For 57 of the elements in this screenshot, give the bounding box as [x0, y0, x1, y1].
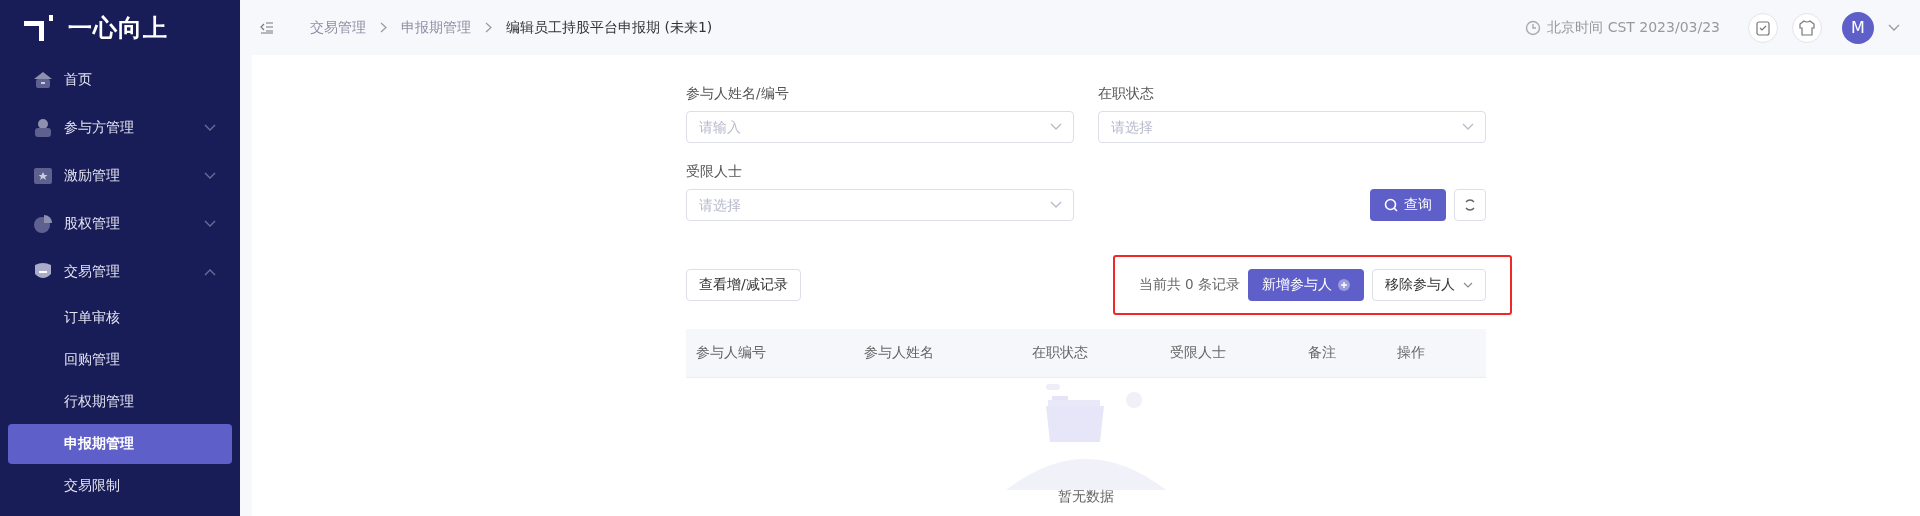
avatar[interactable]: M	[1842, 11, 1874, 44]
select-field[interactable]: 请输入	[686, 111, 1074, 143]
pie-chart-icon	[33, 214, 53, 234]
time-text: 北京时间 CST 2023/03/23	[1547, 18, 1720, 37]
remove-participant-button[interactable]: 移除参与人	[1372, 269, 1486, 301]
breadcrumb-separator-icon	[485, 22, 492, 33]
shirt-icon	[1799, 19, 1815, 36]
chevron-icon	[204, 268, 216, 276]
column-header: 备注	[1308, 344, 1336, 360]
column-header: 参与人姓名	[863, 344, 934, 360]
record-count: 当前共 0 条记录	[1138, 276, 1240, 294]
reset-button[interactable]	[1454, 189, 1486, 221]
sidebar-subitem[interactable]: 交易限制	[8, 466, 232, 506]
chevron-icon	[204, 124, 216, 132]
sidebar-item[interactable]: 激励管理	[0, 152, 240, 200]
person-icon	[34, 118, 52, 138]
empty-text: 暂无数据	[1058, 488, 1114, 506]
sidebar-subitem[interactable]: 申报期管理	[8, 424, 232, 464]
dropdown-caret-icon	[1050, 201, 1062, 209]
clipboard-check-icon	[1756, 19, 1770, 36]
column-header: 受限人士	[1169, 344, 1226, 360]
select-field[interactable]: 请选择	[686, 189, 1074, 221]
sidebar-subitem[interactable]: 订单审核	[8, 298, 232, 338]
search-button[interactable]: 查询	[1370, 189, 1446, 221]
column-header: 操作	[1397, 344, 1426, 360]
sidebar-subitem[interactable]: 行权期管理	[8, 382, 232, 422]
sidebar-subitem[interactable]: 回购管理	[8, 340, 232, 380]
add-participant-button[interactable]: 新增参与人	[1248, 269, 1364, 301]
field-label: 受限人士	[686, 163, 743, 181]
plus-circle-icon	[1338, 279, 1350, 291]
breadcrumb-item: 编辑员工持股平台申报期 (未来1)	[506, 18, 713, 37]
sidebar-item[interactable]: 首页	[0, 56, 240, 104]
chevron-icon	[1888, 23, 1900, 32]
field-label: 参与人姓名/编号	[686, 85, 790, 103]
shirt-button[interactable]	[1792, 12, 1822, 43]
logo-text: 一心向上	[68, 13, 168, 44]
dropdown-caret-icon	[1050, 123, 1062, 131]
chevron-icon	[204, 220, 216, 228]
clipboard-check-button[interactable]	[1748, 12, 1778, 43]
column-header: 参与人编号	[696, 344, 766, 360]
sidebar-item[interactable]: 交易管理	[0, 248, 240, 296]
chevron-icon	[204, 172, 216, 180]
sidebar-item[interactable]: 参与方管理	[0, 104, 240, 152]
clock-icon	[1525, 19, 1542, 36]
column-header: 在职状态	[1031, 344, 1088, 360]
breadcrumb-separator-icon	[380, 22, 387, 33]
dropdown-caret-icon	[1462, 123, 1474, 131]
collapse-menu-icon[interactable]	[260, 21, 274, 34]
star-card-icon	[33, 167, 53, 185]
select-field[interactable]: 请选择	[1098, 111, 1486, 143]
history-button[interactable]: 查看增/减记录	[686, 269, 801, 301]
caret-icon	[1463, 282, 1473, 288]
house-icon	[33, 71, 53, 89]
field-label: 在职状态	[1098, 85, 1155, 103]
search-icon	[1384, 198, 1398, 212]
sidebar-item[interactable]: 股权管理	[0, 200, 240, 248]
refresh-icon	[1463, 198, 1477, 212]
